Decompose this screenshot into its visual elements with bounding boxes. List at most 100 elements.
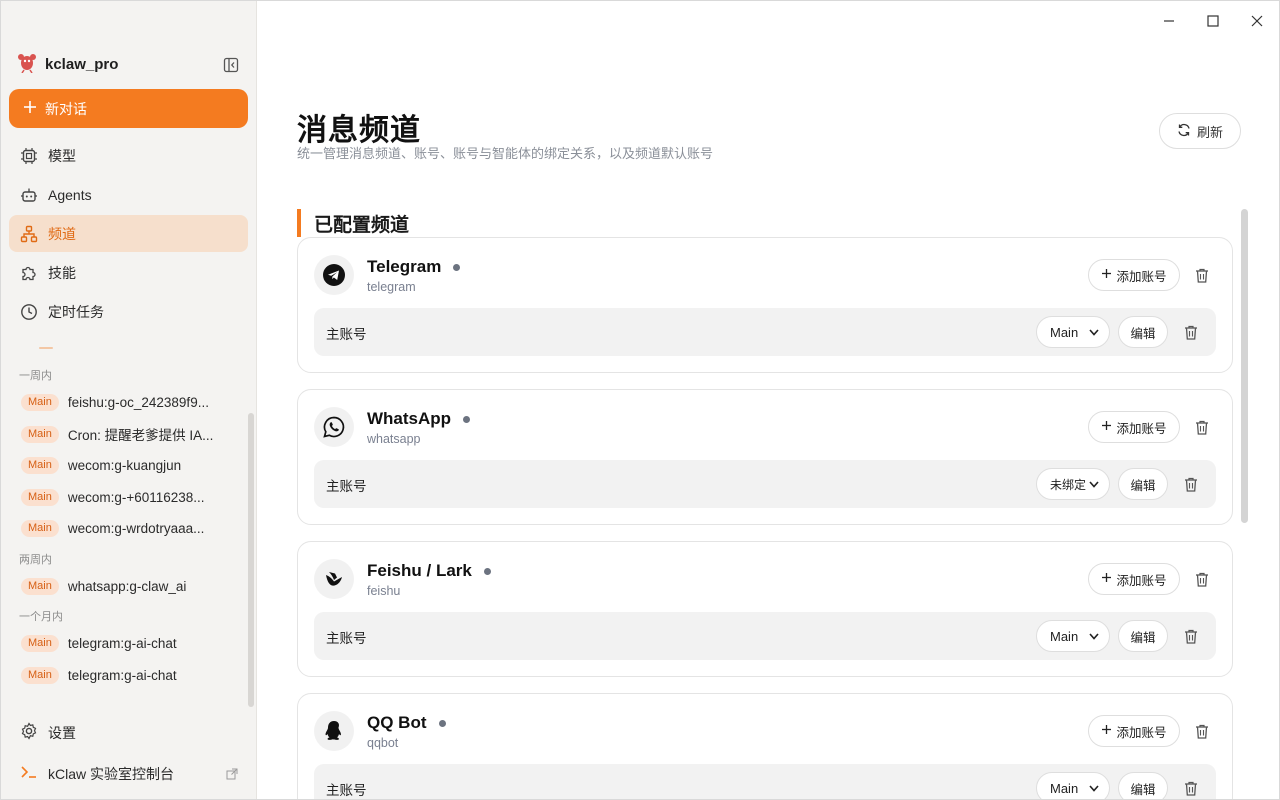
refresh-icon <box>1177 123 1191 140</box>
add-account-button[interactable]: 添加账号 <box>1088 259 1180 291</box>
add-account-button[interactable]: 添加账号 <box>1088 411 1180 443</box>
external-link-icon <box>226 767 238 783</box>
channel-card-whatsapp: WhatsApp whatsapp 添加账号 主账号 未绑定 编辑 <box>297 389 1233 525</box>
edit-account-button[interactable]: 编辑 <box>1118 316 1168 348</box>
history-item[interactable]: Main feishu:g-oc_242389f9... <box>1 387 251 419</box>
window-controls <box>1147 1 1279 41</box>
history-item[interactable]: Main telegram:g-ai-chat <box>1 628 251 660</box>
history-item[interactable]: Main whatsapp:g-claw_ai <box>1 571 251 603</box>
account-row: 主账号 Main 编辑 <box>314 612 1216 660</box>
add-account-label: 添加账号 <box>1116 421 1167 436</box>
edit-account-button[interactable]: 编辑 <box>1118 772 1168 799</box>
channel-name-row: Telegram <box>367 257 461 277</box>
close-icon[interactable] <box>1235 1 1279 41</box>
chat-history: 一周内 Main feishu:g-oc_242389f9... Main Cr… <box>1 361 251 691</box>
plus-icon <box>1101 572 1112 586</box>
delete-account-icon[interactable] <box>1183 322 1199 342</box>
history-item[interactable]: Main Cron: 提醒老爹提供 IA... <box>1 419 251 451</box>
history-title: Cron: 提醒老爹提供 IA... <box>67 428 214 444</box>
new-chat-button[interactable]: 新对话 <box>9 89 248 128</box>
edit-account-button[interactable]: 编辑 <box>1118 468 1168 500</box>
plus-icon <box>1101 724 1112 738</box>
sidebar-item-agents[interactable]: Agents <box>9 176 248 213</box>
channel-code: feishu <box>367 584 401 598</box>
history-group-label: 一周内 <box>19 370 52 382</box>
delete-account-icon[interactable] <box>1183 778 1199 798</box>
sidebar-item-label: 技能 <box>48 264 76 281</box>
channel-card-feishu: Feishu / Lark feishu 添加账号 主账号 Main 编辑 <box>297 541 1233 677</box>
history-title: feishu:g-oc_242389f9... <box>67 395 209 411</box>
channel-list: Telegram telegram 添加账号 主账号 Main 编辑 Whats… <box>297 237 1233 799</box>
delete-account-icon[interactable] <box>1183 626 1199 646</box>
history-scrollbar[interactable] <box>248 413 254 707</box>
account-row: 主账号 Main 编辑 <box>314 764 1216 799</box>
console-label: kClaw 实验室控制台 <box>48 765 175 782</box>
sidebar-item-scheduled-tasks[interactable]: 定时任务 <box>9 293 248 330</box>
chevron-down-icon <box>1088 630 1100 645</box>
main-scrollbar[interactable] <box>1241 209 1248 523</box>
feishu-icon <box>314 559 354 599</box>
sidebar-item-models[interactable]: 模型 <box>9 137 248 174</box>
agent-tag: Main <box>21 394 59 412</box>
edit-account-button[interactable]: 编辑 <box>1118 620 1168 652</box>
history-item[interactable]: Main wecom:g-wrdotryaaa... <box>1 513 251 545</box>
account-row: 主账号 未绑定 编辑 <box>314 460 1216 508</box>
add-account-button[interactable]: 添加账号 <box>1088 563 1180 595</box>
status-dot <box>463 415 471 423</box>
sidebar-item-label: 频道 <box>48 225 76 242</box>
refresh-button[interactable]: 刷新 <box>1159 113 1241 149</box>
agent-tag: Main <box>21 520 59 538</box>
history-group-label: 一个月内 <box>19 611 63 623</box>
minimize-icon[interactable] <box>1147 1 1191 41</box>
history-item[interactable]: Main telegram:g-ai-chat <box>1 660 251 692</box>
delete-account-icon[interactable] <box>1183 474 1199 494</box>
terminal-icon <box>20 763 38 784</box>
history-item[interactable]: Main wecom:g-+60116238... <box>1 482 251 514</box>
sidebar-collapse-icon[interactable] <box>221 55 241 75</box>
agent-select-value: Main <box>1050 628 1079 644</box>
channel-code: whatsapp <box>367 432 421 446</box>
settings-button[interactable]: 设置 <box>9 714 248 751</box>
channel-name-row: QQ Bot <box>367 713 446 733</box>
delete-channel-icon[interactable] <box>1193 417 1211 437</box>
divider <box>39 347 53 349</box>
lab-console-link[interactable]: kClaw 实验室控制台 <box>9 755 248 792</box>
history-title: wecom:g-kuangjun <box>67 458 182 474</box>
sidebar-item-label: 模型 <box>48 147 76 164</box>
agent-select[interactable]: Main <box>1036 772 1110 799</box>
add-account-label: 添加账号 <box>1116 725 1167 740</box>
plus-icon <box>1101 268 1112 282</box>
delete-channel-icon[interactable] <box>1193 265 1211 285</box>
main-content: 消息频道 统一管理消息频道、账号、账号与智能体的绑定关系，以及频道默认账号 刷新… <box>258 41 1279 799</box>
channel-card-telegram: Telegram telegram 添加账号 主账号 Main 编辑 <box>297 237 1233 373</box>
add-account-button[interactable]: 添加账号 <box>1088 715 1180 747</box>
sidebar-nav: 模型 Agents 频道 技能 定时任务 <box>9 137 248 332</box>
gear-icon <box>20 722 38 743</box>
delete-channel-icon[interactable] <box>1193 569 1211 589</box>
clock-icon <box>20 303 38 321</box>
app-window: kclaw_pro 新对话 模型 Agents 频道 技能 定时任务 一周内 M… <box>0 0 1280 800</box>
new-chat-label: 新对话 <box>45 100 87 117</box>
sidebar-item-skills[interactable]: 技能 <box>9 254 248 291</box>
delete-channel-icon[interactable] <box>1193 721 1211 741</box>
agent-select[interactable]: 未绑定 <box>1036 468 1110 500</box>
network-icon <box>20 225 38 243</box>
history-title: whatsapp:g-claw_ai <box>67 578 187 594</box>
agent-select-value: Main <box>1050 780 1079 796</box>
history-group-label: 两周内 <box>19 553 52 566</box>
lobster-logo-icon <box>17 51 37 78</box>
add-account-label: 添加账号 <box>1116 573 1167 588</box>
agent-select[interactable]: Main <box>1036 620 1110 652</box>
history-item[interactable]: Main wecom:g-kuangjun <box>1 450 251 482</box>
whatsapp-icon <box>314 407 354 447</box>
sidebar-item-channels[interactable]: 频道 <box>9 215 248 252</box>
plus-icon <box>1101 420 1112 434</box>
channel-name: Telegram <box>367 257 442 276</box>
agent-tag: Main <box>21 635 59 653</box>
maximize-icon[interactable] <box>1191 1 1235 41</box>
app-name: kclaw_pro <box>45 56 119 73</box>
status-dot <box>438 719 446 727</box>
agent-select[interactable]: Main <box>1036 316 1110 348</box>
channel-name: WhatsApp <box>367 409 452 428</box>
history-title: wecom:g-+60116238... <box>67 489 205 505</box>
